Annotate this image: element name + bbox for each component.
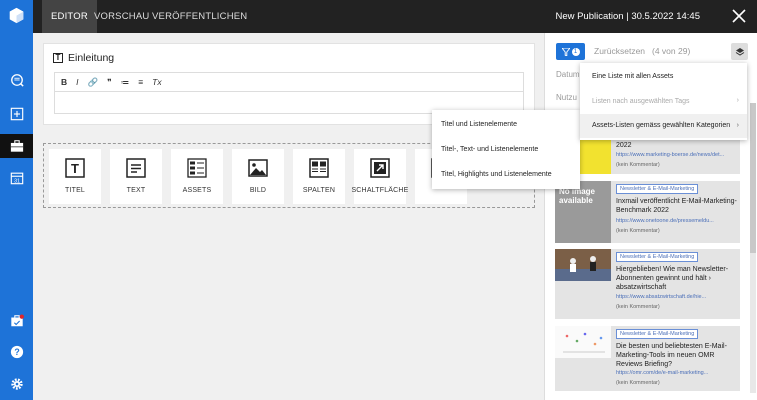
- layers-icon: [735, 47, 744, 56]
- block-columns[interactable]: SPALTEN: [293, 149, 345, 204]
- italic-button[interactable]: I: [76, 77, 78, 87]
- button-icon: [370, 158, 390, 178]
- asset-url[interactable]: https://www.marketing-boerse.de/news/det…: [616, 152, 736, 158]
- asset-card[interactable]: Newsletter & E-Mail-Marketing Hiergeblie…: [555, 249, 740, 319]
- asset-card[interactable]: Newsletter & E-Mail-Marketing Die besten…: [555, 326, 740, 391]
- asset-thumbnail: [555, 249, 611, 281]
- text-icon: [126, 158, 146, 178]
- search-list-icon[interactable]: [0, 68, 33, 92]
- rich-text-toolbar: B I 🔗 ❞ ≔ ≡ Tx: [54, 72, 524, 92]
- chevron-right-icon: ›: [736, 97, 739, 104]
- tab-veroeffentlichen[interactable]: VERÖFFENTLICHEN: [143, 0, 256, 33]
- block-label: SCHALTFLÄCHE: [351, 187, 409, 194]
- filter-button[interactable]: 1: [556, 43, 585, 60]
- asset-comment: (kein Kommentar): [616, 380, 660, 386]
- block-button[interactable]: SCHALTFLÄCHE: [351, 149, 409, 204]
- asset-title: Hiergeblieben! Wie man Newsletter-Abonne…: [616, 266, 729, 291]
- chevron-right-icon: ›: [736, 122, 739, 129]
- left-rail: 31 ?: [0, 0, 33, 400]
- asset-comment: (kein Kommentar): [616, 228, 660, 234]
- reset-button[interactable]: Zurücksetzen: [594, 46, 645, 56]
- result-count: (4 von 29): [652, 46, 691, 56]
- filter-count-badge: 1: [571, 47, 580, 56]
- add-icon[interactable]: [0, 102, 33, 126]
- asset-comment: (kein Kommentar): [616, 162, 660, 168]
- asset-thumbnail: No image available: [555, 181, 611, 243]
- asset-comment: (kein Kommentar): [616, 304, 660, 310]
- editor-area: T Einleitung B I 🔗 ❞ ≔ ≡ Tx T TITEL TEXT…: [33, 33, 544, 400]
- assets-icon: [187, 158, 207, 178]
- block-heading: T Einleitung: [53, 52, 114, 64]
- asset-url[interactable]: https://omr.com/de/e-mail-marketing...: [616, 370, 736, 376]
- asset-title: Inxmail veröffentlicht E-Mail-Marketing-…: [616, 198, 737, 214]
- menu-item-by-categories[interactable]: Assets-Listen gemäss gewählten Kategorie…: [580, 114, 747, 138]
- menu-item-by-tags: Listen nach ausgewählten Tags: [592, 98, 690, 105]
- asset-url[interactable]: https://www.onetoone.de/pressemeldu...: [616, 218, 736, 224]
- layout-submenu: Titel und Listenelemente Titel-, Text- u…: [432, 110, 580, 189]
- submenu-item[interactable]: Titel und Listenelemente: [441, 121, 517, 128]
- image-icon: [248, 159, 268, 177]
- asset-thumbnail: [555, 326, 611, 358]
- title-icon: T: [53, 53, 63, 63]
- asset-url[interactable]: https://www.absatzwirtschaft.de/hie...: [616, 294, 736, 300]
- block-text[interactable]: TEXT: [110, 149, 162, 204]
- block-label: ASSETS: [182, 187, 212, 194]
- help-icon[interactable]: ?: [0, 340, 33, 364]
- asset-card[interactable]: 2022 https://www.marketing-boerse.de/new…: [555, 139, 740, 174]
- filter-icon: [561, 47, 570, 56]
- submenu-item[interactable]: Titel-, Text- und Listenelemente: [441, 146, 538, 153]
- scrollbar-thumb[interactable]: [750, 103, 756, 253]
- scrollbar[interactable]: [750, 103, 756, 393]
- menu-item-all-assets[interactable]: Eine Liste mit allen Assets: [592, 73, 742, 80]
- layers-button[interactable]: [731, 43, 748, 60]
- block-label: TITEL: [64, 187, 86, 194]
- notification-icon[interactable]: [0, 309, 33, 333]
- svg-text:31: 31: [14, 178, 20, 184]
- app-logo-icon[interactable]: [8, 7, 25, 24]
- block-image[interactable]: BILD: [232, 149, 284, 204]
- block-title[interactable]: T TITEL: [49, 149, 101, 204]
- assets-list-menu: Eine Liste mit allen Assets Listen nach …: [580, 63, 747, 140]
- asset-title: 2022: [616, 142, 632, 149]
- block-label: TEXT: [126, 187, 146, 194]
- quote-button[interactable]: ❞: [107, 77, 112, 88]
- block-assets[interactable]: ASSETS: [171, 149, 223, 204]
- calendar-icon[interactable]: 31: [0, 166, 33, 190]
- category-tag[interactable]: Newsletter & E-Mail-Marketing: [616, 329, 699, 339]
- title-icon: T: [65, 158, 85, 178]
- bold-button[interactable]: B: [61, 77, 67, 87]
- bullet-list-button[interactable]: ≡: [138, 77, 143, 87]
- asset-title: Die besten und beliebtesten E-Mail-Marke…: [616, 343, 727, 368]
- asset-card[interactable]: No image available Newsletter & E-Mail-M…: [555, 181, 740, 243]
- block-label: BILD: [249, 187, 267, 194]
- columns-icon: [309, 158, 329, 178]
- briefcase-icon[interactable]: [0, 134, 33, 158]
- svg-text:T: T: [71, 161, 79, 176]
- category-tag[interactable]: Newsletter & E-Mail-Marketing: [616, 184, 699, 194]
- publication-title: New Publication | 30.5.2022 14:45: [555, 11, 700, 22]
- settings-icon[interactable]: [0, 372, 33, 396]
- block-label: SPALTEN: [302, 187, 336, 194]
- category-tag[interactable]: Newsletter & E-Mail-Marketing: [616, 252, 699, 262]
- clear-format-button[interactable]: Tx: [152, 77, 161, 87]
- top-bar: EDITOR VORSCHAU VERÖFFENTLICHEN New Publ…: [33, 0, 757, 33]
- svg-text:?: ?: [14, 347, 19, 357]
- submenu-item[interactable]: Titel, Highlights und Listenelemente: [441, 171, 552, 178]
- block-heading-label: Einleitung: [68, 52, 115, 64]
- close-icon[interactable]: [731, 8, 747, 24]
- link-button[interactable]: 🔗: [88, 77, 99, 88]
- ordered-list-button[interactable]: ≔: [121, 77, 130, 88]
